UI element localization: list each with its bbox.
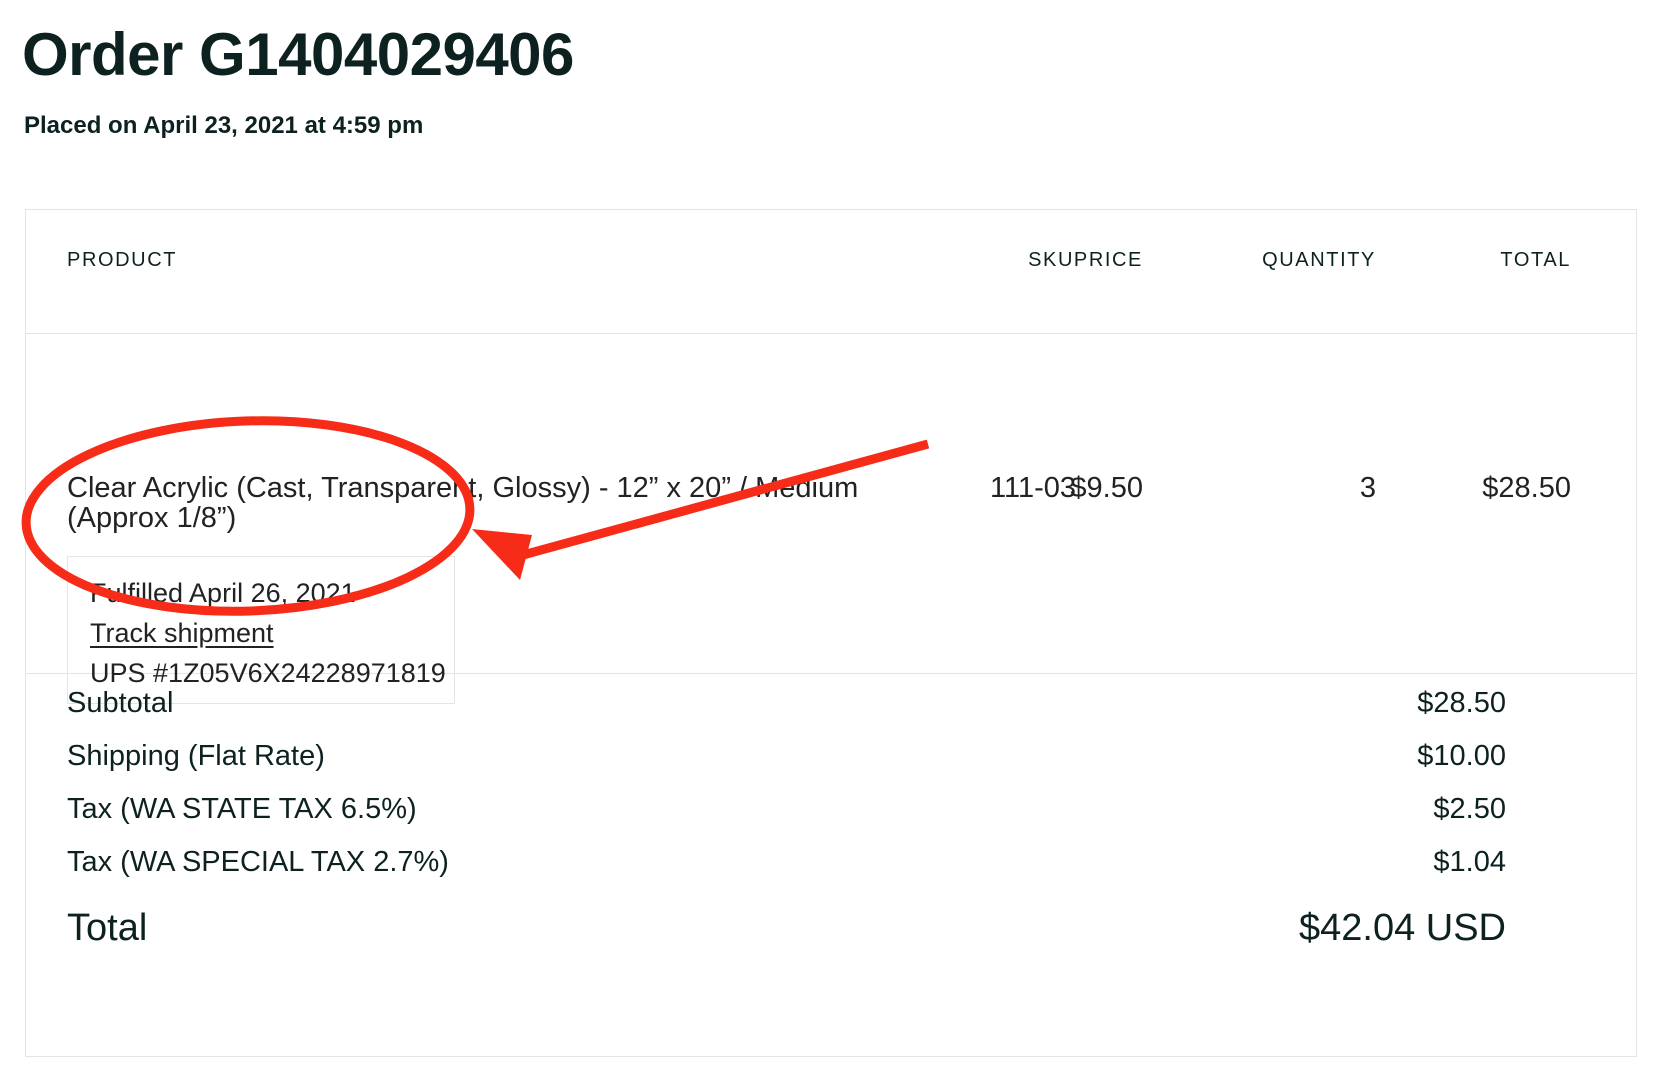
column-header-price: PRICE [1073,249,1143,271]
summary-label-total: Total [67,907,148,949]
order-summary-page: Order G1404029406 Placed on April 23, 20… [0,0,1666,1092]
summary-row-state-tax: Tax (WA STATE TAX 6.5%) $2.50 [26,789,1636,842]
column-header-quantity: QUANTITY [1262,249,1376,271]
order-summary-section: Subtotal $28.50 Shipping (Flat Rate) $10… [26,674,1636,1057]
line-item-price: $9.50 [1070,472,1143,504]
summary-value-subtotal: $28.50 [1417,687,1506,719]
order-details-card: PRODUCT SKU PRICE QUANTITY TOTAL Clear A… [25,209,1637,1057]
summary-label-shipping: Shipping (Flat Rate) [67,740,325,772]
line-item-sku: 111-03 [990,472,1076,504]
line-item-product-name: Clear Acrylic (Cast, Transparent, Glossy… [67,473,967,533]
table-header-row: PRODUCT SKU PRICE QUANTITY TOTAL [26,210,1636,334]
summary-value-state-tax: $2.50 [1433,793,1506,825]
product-name-line-1: Clear Acrylic (Cast, Transparent, Glossy… [67,472,859,504]
column-header-sku: SKU [1028,249,1074,271]
summary-label-subtotal: Subtotal [67,687,174,719]
summary-label-special-tax: Tax (WA SPECIAL TAX 2.7%) [67,846,449,878]
summary-label-state-tax: Tax (WA STATE TAX 6.5%) [67,793,417,825]
summary-row-shipping: Shipping (Flat Rate) $10.00 [26,736,1636,789]
fulfillment-status: Fulfilled April 26, 2021 [90,578,356,608]
column-header-total: TOTAL [1500,249,1571,271]
summary-value-shipping: $10.00 [1417,740,1506,772]
page-title: Order G1404029406 [22,21,574,88]
summary-row-total: Total $42.04 USD [26,902,1636,962]
line-items-section: Clear Acrylic (Cast, Transparent, Glossy… [26,334,1636,704]
order-placed-date: Placed on April 23, 2021 at 4:59 pm [24,112,424,139]
track-shipment-link[interactable]: Track shipment [90,613,274,653]
line-item-total: $28.50 [1482,472,1571,504]
summary-row-special-tax: Tax (WA SPECIAL TAX 2.7%) $1.04 [26,842,1636,895]
line-item-quantity: 3 [1359,472,1376,504]
summary-row-subtotal: Subtotal $28.50 [26,683,1636,736]
product-name-line-2: (Approx 1/8”) [67,502,237,534]
summary-value-special-tax: $1.04 [1433,846,1506,878]
column-header-product: PRODUCT [67,249,178,271]
summary-value-total: $42.04 USD [1298,907,1506,949]
